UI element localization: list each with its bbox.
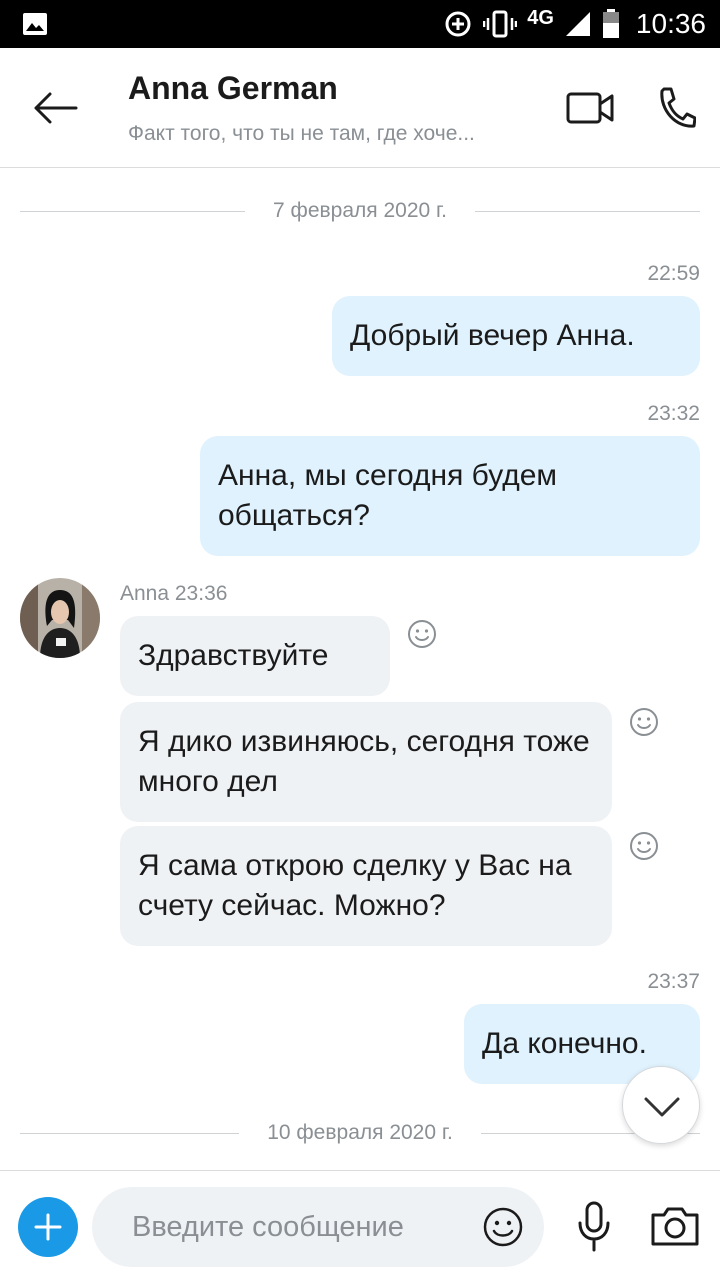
divider-line	[20, 210, 246, 212]
camera-icon[interactable]	[650, 1205, 700, 1247]
smiley-icon[interactable]	[628, 830, 660, 862]
status-icons: 4G 10:36	[443, 0, 706, 48]
incoming-message-bubble[interactable]: Я сама открою сделку у Вас на счету сейч…	[120, 826, 612, 946]
data-saver-icon	[445, 11, 471, 37]
message-composer: Введите сообщение	[0, 1170, 720, 1280]
smiley-icon[interactable]	[482, 1206, 524, 1248]
gallery-notification-icon	[23, 13, 47, 35]
contact-name[interactable]: Anna German	[128, 70, 338, 107]
date-label: 10 февраля 2020 г.	[267, 1121, 453, 1144]
signal-icon	[565, 12, 590, 36]
scroll-to-bottom-button[interactable]	[622, 1066, 700, 1144]
incoming-message-bubble[interactable]: Я дико извиняюсь, сегодня тоже много дел	[120, 702, 612, 822]
clock: 10:36	[635, 8, 706, 39]
message-time: 22:59	[647, 262, 700, 285]
incoming-message-bubble[interactable]: Здравствуйте	[120, 616, 390, 696]
outgoing-message-bubble[interactable]: Анна, мы сегодня будем общаться?	[200, 436, 700, 556]
divider-line	[474, 210, 700, 212]
outgoing-message-bubble[interactable]: Добрый вечер Анна.	[332, 296, 700, 376]
date-separator: 10 февраля 2020 г.	[20, 1118, 701, 1148]
network-type: 4G	[527, 6, 554, 29]
phone-icon[interactable]	[656, 86, 696, 130]
vibrate-icon	[483, 10, 518, 38]
chat-header: Anna German Факт того, что ты не там, гд…	[0, 48, 720, 168]
message-time: 23:37	[647, 970, 700, 993]
microphone-icon[interactable]	[574, 1201, 614, 1253]
status-bar: 4G 10:36	[0, 0, 720, 48]
contact-status-message: Факт того, что ты не там, где хоче...	[128, 122, 475, 145]
battery-icon	[602, 9, 619, 38]
date-separator: 7 февраля 2020 г.	[20, 196, 700, 226]
divider-line	[20, 1132, 240, 1134]
smiley-icon[interactable]	[406, 618, 438, 650]
message-input-placeholder: Введите сообщение	[132, 1211, 404, 1243]
video-call-icon[interactable]	[566, 90, 614, 126]
avatar[interactable]	[20, 578, 100, 658]
sender-name-time: Anna 23:36	[120, 582, 228, 605]
add-attachment-button[interactable]	[18, 1197, 78, 1257]
chevron-down-icon	[644, 1097, 680, 1117]
plus-icon	[34, 1213, 62, 1241]
message-input[interactable]: Введите сообщение	[92, 1187, 544, 1267]
back-arrow-icon[interactable]	[30, 88, 80, 128]
date-label: 7 февраля 2020 г.	[273, 199, 447, 222]
message-time: 23:32	[647, 402, 700, 425]
smiley-icon[interactable]	[628, 706, 660, 738]
